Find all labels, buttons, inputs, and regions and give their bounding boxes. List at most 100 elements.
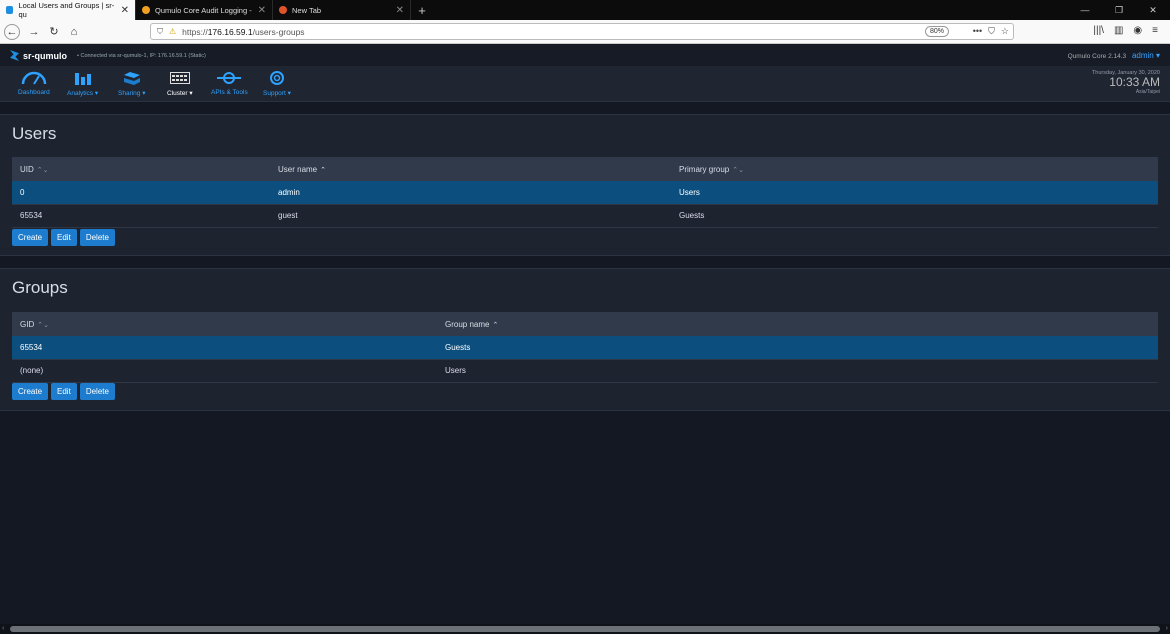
- main-menu: Dashboard Analytics ▾ Sharing ▾ Cluster …: [0, 66, 1170, 102]
- cell-group-name: Guests: [437, 336, 1158, 360]
- header-label: GID: [20, 319, 35, 329]
- column-header-primary-group[interactable]: Primary group ⌃⌄: [671, 157, 1158, 181]
- sidebar-icon[interactable]: ▥: [1114, 25, 1123, 36]
- cluster-name: sr-qumulo: [23, 50, 67, 61]
- brand[interactable]: sr-qumulo: [10, 50, 67, 61]
- cell-user-name: admin: [270, 181, 671, 205]
- tab-label: Qumulo Core Audit Logging -: [155, 5, 252, 15]
- horizontal-scrollbar[interactable]: ‹ ›: [0, 624, 1170, 634]
- cell-primary-group: Guests: [671, 204, 1158, 228]
- back-arrow-icon[interactable]: ←: [4, 23, 20, 40]
- pocket-icon[interactable]: ⛉: [988, 26, 995, 37]
- tab-label: New Tab: [292, 5, 322, 15]
- qumulo-logo-icon: [10, 50, 19, 61]
- cell-uid: 65534: [12, 204, 270, 228]
- version-info: Qumulo Core 2.14.3 admin ▾: [1068, 51, 1160, 60]
- cell-gid: 65534: [12, 336, 437, 360]
- more-actions-icon[interactable]: •••: [973, 26, 982, 37]
- address-bar[interactable]: ⛉ ⚠ https://176.16.59.1/users-groups 80%…: [150, 23, 1014, 40]
- user-menu[interactable]: admin ▾: [1132, 51, 1160, 60]
- column-header-gid[interactable]: GID ⌃⌄: [12, 312, 437, 336]
- users-actions: Create Edit Delete: [12, 229, 115, 246]
- firefox-icon: [279, 6, 287, 14]
- menu-icon[interactable]: ≡: [1152, 25, 1158, 36]
- menu-sharing[interactable]: Sharing ▾: [118, 70, 145, 97]
- bar-chart-icon: [74, 70, 92, 86]
- close-icon[interactable]: ✕: [396, 5, 404, 16]
- cell-user-name: guest: [270, 204, 671, 228]
- zoom-indicator[interactable]: 80%: [924, 26, 949, 37]
- restore-icon[interactable]: ❐: [1102, 0, 1136, 20]
- cell-group-name: Users: [437, 359, 1158, 383]
- scrollbar-thumb[interactable]: [10, 626, 1160, 632]
- header-label: UID: [20, 164, 34, 174]
- edit-user-button[interactable]: Edit: [51, 229, 77, 246]
- column-header-uid[interactable]: UID ⌃⌄: [12, 157, 270, 181]
- table-row[interactable]: 0 admin Users: [12, 181, 1158, 205]
- sort-asc-icon: ⌃: [320, 166, 326, 174]
- menu-apis-tools[interactable]: APIs & Tools: [211, 70, 248, 96]
- account-icon[interactable]: ◉: [1133, 25, 1142, 36]
- scroll-left-icon[interactable]: ‹: [2, 624, 4, 634]
- menu-label: APIs & Tools: [211, 89, 248, 96]
- tab-local-users-groups[interactable]: Local Users and Groups | sr-qu ✕: [0, 0, 136, 20]
- library-icon[interactable]: |||\: [1093, 25, 1104, 36]
- shield-icon: ⛉: [157, 26, 163, 36]
- folder-share-icon: [123, 70, 141, 86]
- groups-title: Groups: [12, 278, 68, 297]
- bookmark-star-icon[interactable]: ☆: [1001, 26, 1009, 37]
- clock-time: 10:33 AM: [1109, 75, 1160, 89]
- new-tab-button[interactable]: +: [411, 0, 433, 20]
- reload-icon[interactable]: ↻: [44, 25, 64, 38]
- scroll-right-icon[interactable]: ›: [1166, 624, 1168, 634]
- menu-analytics[interactable]: Analytics ▾: [67, 70, 98, 97]
- tab-audit-logging[interactable]: Qumulo Core Audit Logging - ✕: [136, 0, 273, 20]
- delete-group-button[interactable]: Delete: [79, 383, 115, 400]
- menu-label: Analytics ▾: [67, 90, 99, 97]
- users-panel: Users UID ⌃⌄ User name ⌃ Primary group ⌃⌄ 0…: [0, 114, 1170, 256]
- home-icon[interactable]: ⌂: [64, 26, 84, 38]
- forward-arrow-icon[interactable]: →: [24, 26, 44, 38]
- browser-tab-bar: Local Users and Groups | sr-qu ✕ Qumulo …: [0, 0, 1170, 20]
- cell-gid: (none): [12, 359, 437, 383]
- browser-nav-bar: ← → ↻ ⌂ ⛉ ⚠ https://176.16.59.1/users-gr…: [0, 20, 1170, 44]
- users-title: Users: [12, 124, 57, 143]
- lifebuoy-icon: [269, 70, 284, 86]
- cell-uid: 0: [12, 181, 270, 205]
- header-label: Group name: [445, 319, 490, 329]
- menu-label: Cluster ▾: [167, 90, 193, 97]
- menu-dashboard[interactable]: Dashboard: [18, 70, 50, 96]
- clock: Thursday, January 30, 2020 10:33 AM Asia…: [1092, 70, 1160, 95]
- cell-primary-group: Users: [671, 181, 1158, 205]
- create-user-button[interactable]: Create: [12, 229, 49, 246]
- menu-label: Sharing ▾: [118, 90, 146, 97]
- close-window-icon[interactable]: ✕: [1136, 0, 1170, 20]
- insecure-lock-icon: ⚠: [169, 27, 177, 36]
- column-header-group-name[interactable]: Group name ⌃: [437, 312, 1158, 336]
- delete-user-button[interactable]: Delete: [79, 229, 115, 246]
- connection-text: Connected via sr-qumulo-1, IP: 176.16.59…: [80, 52, 206, 59]
- sort-icon: ⌃⌄: [36, 166, 49, 174]
- menu-label: Dashboard: [18, 89, 50, 96]
- minimize-icon[interactable]: —: [1068, 0, 1102, 20]
- menu-cluster[interactable]: Cluster ▾: [167, 70, 193, 97]
- sort-asc-icon: ⌃: [492, 321, 499, 329]
- sort-icon: ⌃⌄: [37, 321, 49, 329]
- groups-actions: Create Edit Delete: [12, 383, 115, 400]
- close-icon[interactable]: ✕: [121, 5, 129, 16]
- table-row[interactable]: 65534 guest Guests: [12, 204, 1158, 228]
- menu-label: Support ▾: [263, 90, 291, 97]
- close-icon[interactable]: ✕: [258, 5, 266, 16]
- column-header-user-name[interactable]: User name ⌃: [270, 157, 671, 181]
- edit-group-button[interactable]: Edit: [51, 383, 77, 400]
- qumulo-favicon-icon: [6, 6, 14, 14]
- menu-support[interactable]: Support ▾: [263, 70, 291, 97]
- table-row[interactable]: 65534 Guests: [12, 336, 1158, 360]
- table-row[interactable]: (none) Users: [12, 359, 1158, 383]
- shield-favicon-icon: [142, 6, 150, 14]
- tab-label: Local Users and Groups | sr-qu: [18, 1, 115, 19]
- api-connector-icon: [217, 70, 242, 86]
- tab-new-tab[interactable]: New Tab ✕: [273, 0, 411, 20]
- url-host: 176.16.59.1: [207, 26, 253, 37]
- create-group-button[interactable]: Create: [12, 383, 49, 400]
